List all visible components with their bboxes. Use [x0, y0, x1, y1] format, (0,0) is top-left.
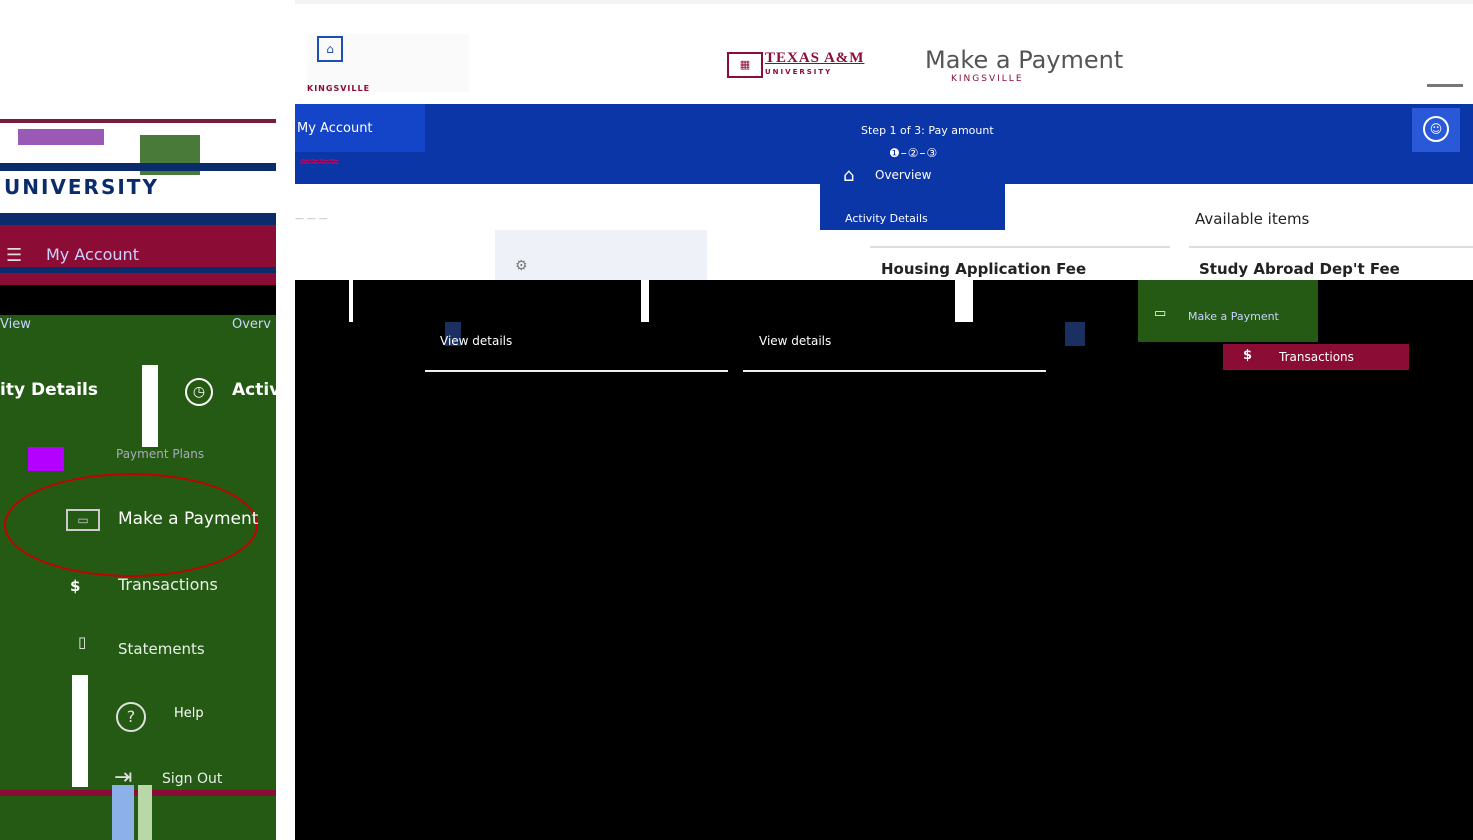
my-account-label: My Account [297, 121, 373, 136]
navy-marker [1065, 322, 1085, 346]
nav-item-activity[interactable]: Activity Details [845, 212, 928, 225]
view-details-link[interactable]: View details [440, 334, 512, 348]
university-logo: UNIVERSITY [0, 95, 276, 225]
make-payment-menu-item[interactable]: ▭ Make a Payment [1138, 280, 1318, 342]
sidebar-item-help[interactable]: Help [174, 706, 204, 721]
ghost-logo: ⌂ KINGSVILLE [307, 34, 469, 93]
view-details-link[interactable]: View details [759, 334, 831, 348]
help-icon: ? [116, 702, 146, 732]
document-icon: ▯ [78, 633, 87, 651]
sidebar-item-sign-out[interactable]: Sign Out [162, 771, 222, 787]
credit-card-icon: ▭ [66, 509, 100, 531]
home-icon: ⌂ [843, 165, 855, 186]
decorative-wave: ≈≈≈≈ [299, 154, 340, 170]
sidebar-item-statements[interactable]: Statements [118, 640, 205, 658]
faint-text: — — — [295, 214, 328, 224]
ghost-card: ⚙ [495, 230, 707, 280]
step-progress: ❶–②–③ [889, 146, 939, 160]
card-title: Housing Application Fee [881, 260, 1087, 278]
sidebar-item-transactions[interactable]: Transactions [118, 575, 218, 594]
dollar-icon: $ [70, 577, 81, 595]
university-seal-icon: ▦ [727, 52, 763, 78]
sidebar-item-label: My Account [46, 245, 139, 264]
card-title: Study Abroad Dep't Fee [1199, 260, 1400, 278]
transactions-label: Transactions [1279, 350, 1354, 364]
sidebar-item-my-account[interactable]: ☰ My Account [0, 225, 276, 285]
menu-icon: ☰ [6, 245, 23, 266]
my-account-button[interactable]: My Account [295, 104, 425, 152]
available-items-heading: Available items [1195, 210, 1310, 228]
card-top-border [1189, 246, 1473, 248]
step-indicator-text: Step 1 of 3: Pay amount [861, 124, 994, 137]
scrollbar[interactable] [112, 785, 134, 840]
page-title: Make a Payment [925, 46, 1124, 74]
divider [955, 280, 973, 322]
sidebar-item-overview[interactable]: Overv [232, 317, 271, 332]
university-logo-text[interactable]: TEXAS A&M [765, 50, 864, 67]
dollar-icon: $ [1243, 348, 1253, 363]
page-header: ⌂ KINGSVILLE ▦ TEXAS A&M UNIVERSITY Make… [295, 0, 1473, 108]
sidebar-item-activity-details[interactable]: Activ [232, 380, 276, 400]
sidebar-item-overview[interactable]: View [0, 317, 31, 332]
gear-icon: ⚙ [515, 258, 528, 274]
transactions-menu-item[interactable]: $ Transactions [1223, 344, 1409, 370]
scrollbar-track [138, 785, 152, 840]
building-icon: ⌂ [317, 36, 343, 62]
divider [1427, 84, 1463, 87]
main-app: ⌂ KINGSVILLE ▦ TEXAS A&M UNIVERSITY Make… [295, 0, 1473, 840]
zoomed-sidebar-panel: UNIVERSITY ☰ My Account View Overv ity D… [0, 95, 276, 840]
divider [641, 280, 649, 322]
university-logo-sub: UNIVERSITY [765, 68, 833, 76]
nav-item-overview[interactable]: Overview [875, 168, 932, 182]
campus-name: KINGSVILLE [951, 74, 1024, 84]
make-payment-label: Make a Payment [1188, 310, 1279, 323]
card-top-border [870, 246, 1170, 248]
divider [72, 675, 88, 787]
logo-wordmark: UNIVERSITY [4, 175, 159, 199]
sidebar-item-make-payment[interactable]: Make a Payment [118, 509, 258, 529]
sidebar-item-payment-plans[interactable]: Payment Plans [116, 447, 204, 461]
sidebar-item-activity-details[interactable]: ity Details [0, 380, 98, 400]
user-icon: ☺ [1423, 116, 1449, 142]
highlight-block [28, 447, 64, 471]
credit-card-icon: ▭ [1154, 306, 1167, 321]
divider [142, 365, 158, 447]
divider [349, 280, 353, 322]
clock-icon: ◷ [185, 378, 213, 406]
